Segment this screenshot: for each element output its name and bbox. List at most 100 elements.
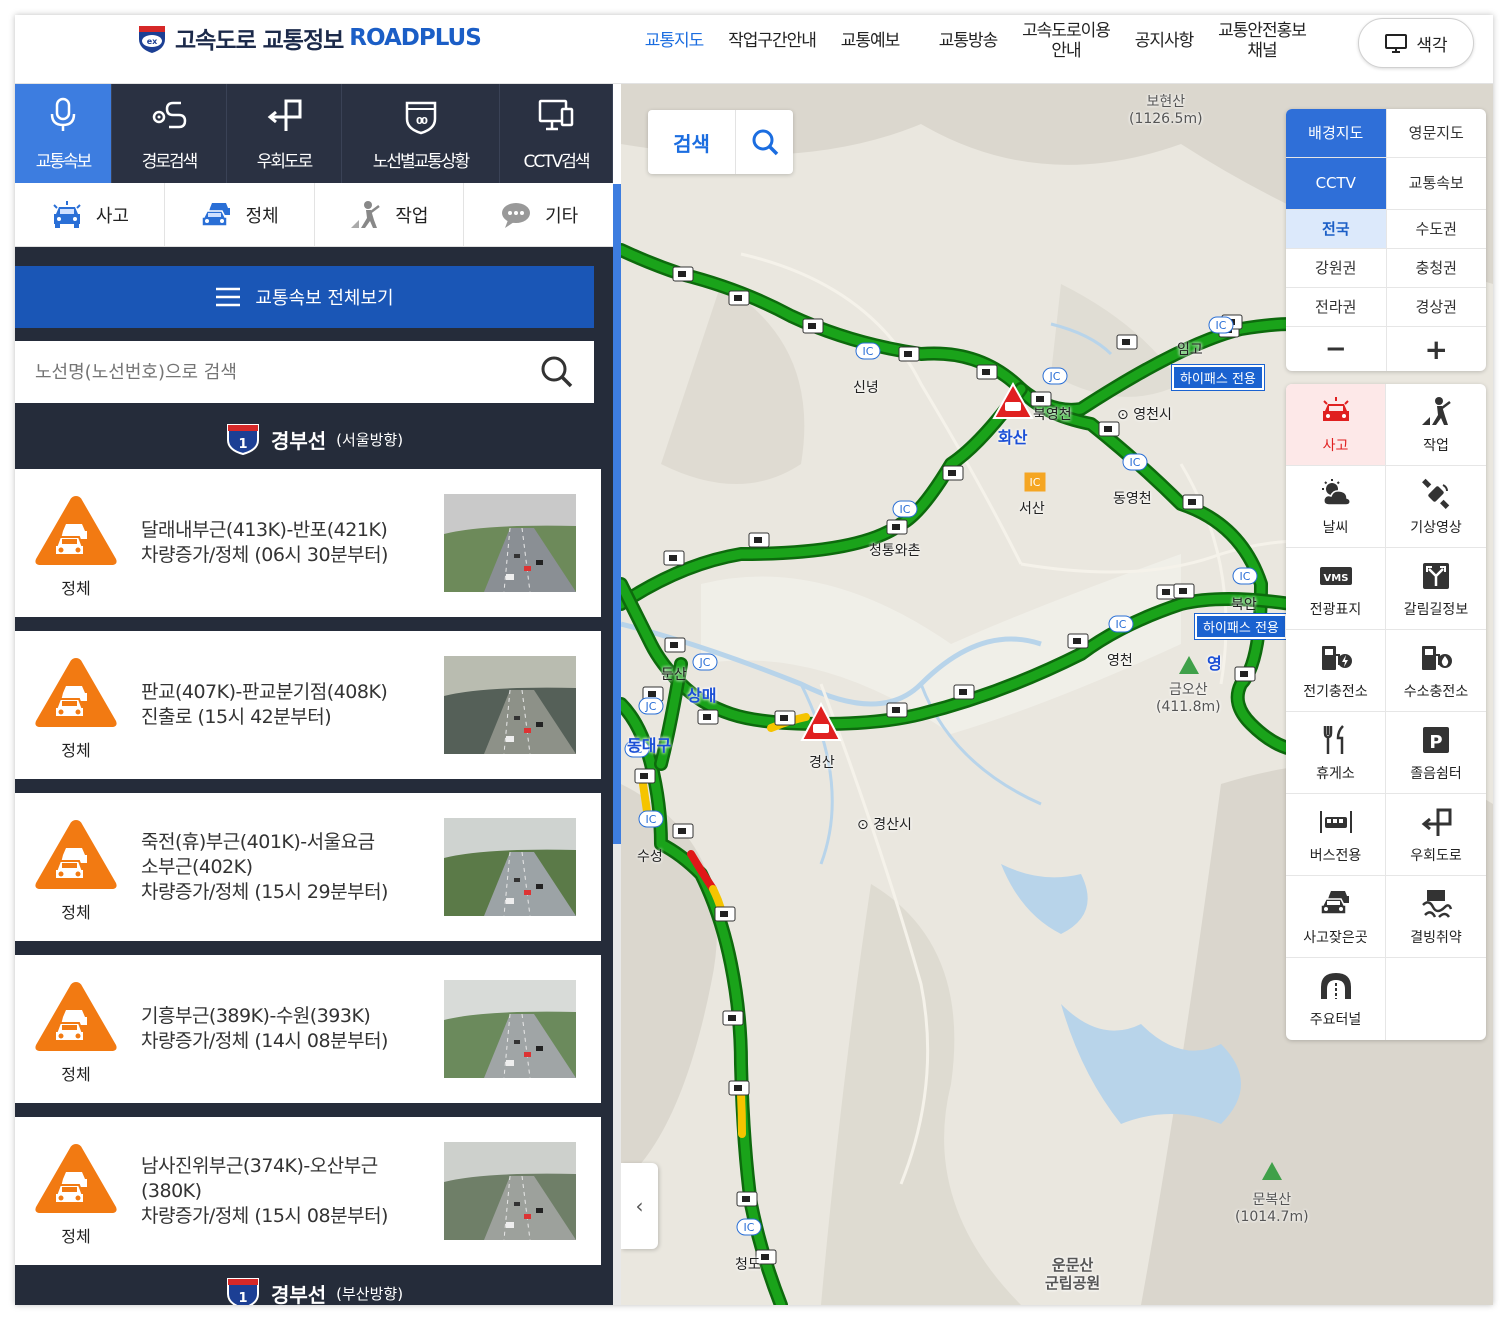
traffic-news-description: 달래내부근(413K)-반포(421K) 차량증가/정체 (06시 30분부터) — [141, 469, 431, 617]
nav-safety-channel[interactable]: 교통안전홍보채널 — [1213, 16, 1311, 66]
congestion-warning: 정체 — [33, 655, 119, 761]
filter-congestion-label: 정체 — [245, 205, 279, 227]
layer-bus-lane[interactable]: 버스전용 — [1286, 794, 1386, 876]
region-chungcheong[interactable]: 충청권 — [1387, 249, 1487, 287]
layer-sleep-shelter[interactable]: P 졸음쉼터 — [1386, 712, 1486, 794]
layer-junction[interactable]: 갈림길정보 — [1386, 548, 1486, 630]
traffic-news-layer-button[interactable]: 교통속보 — [1387, 158, 1487, 209]
route-search-input[interactable] — [35, 352, 535, 392]
zoom-out-button[interactable]: − — [1286, 327, 1387, 371]
map-label: 둔산 — [661, 667, 687, 683]
traffic-news-text: 죽전(휴)부근(401K)-서울요금 — [141, 830, 375, 853]
tab-route-traffic[interactable]: 00 노선별교통상황 — [342, 84, 500, 183]
layer-label: 전기충전소 — [1303, 683, 1368, 700]
map-label: 문복산 (1014.7m) — [1235, 1192, 1309, 1226]
layer-weather-video[interactable]: 기상영상 — [1386, 466, 1486, 548]
layer-hydrogen[interactable]: 수소충전소 — [1386, 630, 1486, 712]
congestion-warning-icon — [35, 1144, 117, 1213]
vms-icon: VMS — [1319, 566, 1352, 585]
tab-cctv-search[interactable]: CCTV검색 — [500, 84, 613, 183]
layer-accident[interactable]: 사고 — [1286, 384, 1386, 466]
cctv-thumbnail[interactable] — [444, 818, 576, 916]
traffic-news-text: 달래내부근(413K)-반포(421K) — [141, 519, 388, 541]
filter-other[interactable]: 기타 — [464, 183, 613, 246]
map-search[interactable]: 검색 — [648, 110, 793, 174]
traffic-news-text: 차량증가/정체 (14시 08분부터) — [141, 1030, 388, 1052]
region-jeolla[interactable]: 전라권 — [1286, 288, 1387, 326]
monitor-icon — [1385, 34, 1408, 53]
region-gyeongsang[interactable]: 경상권 — [1387, 288, 1487, 326]
filter-congestion[interactable]: 정체 — [165, 183, 315, 246]
traffic-panel: 교통속보 경로검색 우회도로 00 노선별교통상황 CCTV검색 사고 정체 작… — [15, 84, 613, 1305]
region-nationwide[interactable]: 전국 — [1286, 210, 1387, 248]
map-label: 청도 — [735, 1257, 761, 1273]
cctv-layer-button[interactable]: CCTV — [1286, 158, 1387, 209]
search-icon — [752, 129, 778, 156]
region-capital[interactable]: 수도권 — [1387, 210, 1487, 248]
filter-work-label: 작업 — [395, 205, 429, 227]
traffic-map[interactable]: IC JC IC IC IC IC JC IC JC JC IC IC IC I… — [621, 84, 1493, 1305]
nav-usage-guide[interactable]: 고속도로이용안내 — [1017, 16, 1115, 66]
cctv-thumbnail[interactable] — [444, 656, 576, 754]
nav-work-zone[interactable]: 작업구간안내 — [723, 16, 821, 66]
map-search-button[interactable] — [736, 110, 793, 174]
view-all-button[interactable]: 교통속보 전체보기 — [15, 266, 594, 328]
tunnel-icon — [1320, 973, 1351, 999]
layer-construction[interactable]: 작업 — [1386, 384, 1486, 466]
traffic-news-card[interactable]: 정체 달래내부근(413K)-반포(421K) 차량증가/정체 (06시 30분부터… — [15, 469, 601, 617]
svg-text:IC: IC — [900, 503, 911, 516]
layer-rest-area[interactable]: 휴게소 — [1286, 712, 1386, 794]
tab-detour[interactable]: 우회도로 — [227, 84, 342, 183]
layer-vms[interactable]: VMS 전광표지 — [1286, 548, 1386, 630]
tab-route-traffic-label: 노선별교통상황 — [372, 152, 470, 172]
logo[interactable]: ex 고속도로 교통정보 ROADPLUS — [135, 21, 482, 55]
traffic-news-card[interactable]: 정체 기흥부근(389K)-수원(393K) 차량증가/정체 (14시 08분부터) — [15, 955, 601, 1103]
svg-text:IC: IC — [1216, 319, 1227, 332]
cctv-thumbnail[interactable] — [444, 1142, 576, 1240]
search-icon[interactable] — [540, 355, 574, 389]
layer-detour[interactable]: 우회도로 — [1386, 794, 1486, 876]
nav-traffic-broadcast[interactable]: 교통방송 — [919, 16, 1017, 66]
layer-label: 졸음쉼터 — [1410, 765, 1462, 782]
scrollbar-thumb[interactable] — [613, 184, 621, 844]
filter-accident[interactable]: 사고 — [15, 183, 165, 246]
place-name: 군립공원 — [1045, 1274, 1101, 1292]
layer-accident-prone[interactable]: 사고잦은곳 — [1286, 876, 1386, 958]
nav-traffic-map[interactable]: 교통지도 — [625, 16, 723, 66]
panel-collapse-button[interactable]: ‹ — [621, 1163, 658, 1249]
route-header: 1 경부선 (서울방향) — [15, 409, 613, 469]
layer-empty-cell — [1386, 958, 1486, 1040]
map-label: 임고 — [1177, 342, 1203, 358]
layer-ev-charger[interactable]: 전기충전소 — [1286, 630, 1386, 712]
filter-work[interactable]: 작업 — [315, 183, 465, 246]
layer-weather[interactable]: 날씨 — [1286, 466, 1386, 548]
tab-route-search[interactable]: 경로검색 — [112, 84, 227, 183]
route-name: 경부선 — [270, 1282, 327, 1306]
cctv-thumbnail[interactable] — [444, 494, 576, 592]
traffic-news-text: 차량증가/정체 (15시 08분부터) — [141, 1204, 388, 1227]
traffic-news-text: 소부근(402K) — [141, 855, 253, 878]
map-label: 수성 — [637, 849, 663, 865]
traffic-news-card[interactable]: 정체 판교(407K)-판교분기점(408K) 진출로 (15시 42분부터) — [15, 631, 601, 779]
nav-traffic-forecast[interactable]: 교통예보 — [821, 16, 919, 66]
map-label: 운문산 군립공원 — [1045, 1256, 1100, 1292]
highway-shield-icon: 00 — [405, 101, 436, 135]
cctv-thumbnail[interactable] — [444, 980, 576, 1078]
map-search-label[interactable]: 검색 — [648, 110, 736, 174]
nav-notice[interactable]: 공지사항 — [1115, 16, 1213, 66]
english-map-button[interactable]: 영문지도 — [1387, 109, 1487, 157]
region-gangwon[interactable]: 강원권 — [1286, 249, 1387, 287]
base-map-button[interactable]: 배경지도 — [1286, 109, 1387, 157]
detour-icon — [1421, 808, 1452, 836]
layer-tunnel[interactable]: 주요터널 — [1286, 958, 1386, 1040]
traffic-news-card[interactable]: 정체 남사진위부근(374K)-오산부근 (380K) 차량증가/정체 (15시 08… — [15, 1117, 601, 1265]
place-name: 금오산 — [1169, 682, 1208, 698]
traffic-news-description: 남사진위부근(374K)-오산부근 (380K) 차량증가/정체 (15시 08분부… — [141, 1117, 431, 1265]
map-label: 경산 — [809, 755, 835, 771]
traffic-news-card[interactable]: 정체 죽전(휴)부근(401K)-서울요금 소부근(402K) 차량증가/정체 (15… — [15, 793, 601, 941]
color-vision-button[interactable]: 색각 — [1358, 18, 1474, 68]
place-name: 경산시 — [873, 817, 912, 833]
tab-traffic-news[interactable]: 교통속보 — [15, 84, 112, 183]
layer-icy-road[interactable]: 결빙취약 — [1386, 876, 1486, 958]
zoom-in-button[interactable]: + — [1387, 327, 1487, 371]
